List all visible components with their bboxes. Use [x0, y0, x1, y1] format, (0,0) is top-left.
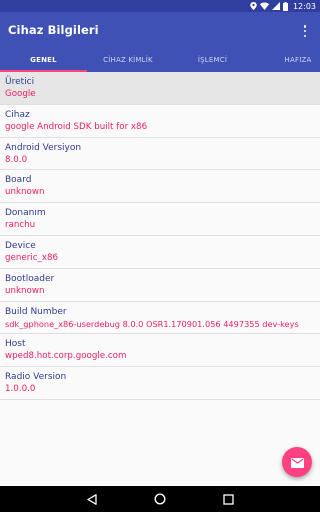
list-item-value: unknown: [5, 285, 45, 296]
list-item[interactable]: Android Versiyon 8.0.0: [0, 138, 320, 171]
list-item-label: Cihaz: [5, 109, 30, 120]
wifi-icon: [259, 2, 269, 10]
status-bar: 12:03: [0, 0, 320, 12]
tab-cihaz-kimlik[interactable]: CİHAZ KİMLİK: [87, 48, 169, 72]
home-icon[interactable]: [153, 492, 167, 506]
list-item-value: unknown: [5, 187, 45, 198]
list-item-label: Bootloader: [5, 273, 55, 284]
list-item-label: Donanım: [5, 208, 46, 219]
tab-hafiza[interactable]: HAFIZA: [256, 48, 320, 72]
list-item-label: Build Number: [5, 306, 67, 317]
list-item[interactable]: Board unknown: [0, 170, 320, 204]
location-icon: [250, 2, 257, 10]
list-item-value: 1.0.0.0: [5, 384, 36, 395]
list-item[interactable]: Build Number sdk_gphone_x86-userdebug 8.…: [0, 302, 320, 335]
app-bar: Cihaz Bilgileri: [0, 12, 320, 48]
email-icon: [290, 453, 304, 472]
list-item-value: sdk_gphone_x86-userdebug 8.0.0 OSR1.1709…: [5, 318, 299, 329]
list-item-label: Radio Version: [5, 372, 67, 383]
list-item-value: wped8.hot.corp.google.com: [5, 351, 127, 362]
status-icons: 12:03: [250, 0, 316, 12]
signal-icon: [271, 2, 280, 10]
list-item-label: Board: [5, 175, 32, 186]
list-item-value: ranchu: [5, 220, 36, 231]
list-item[interactable]: Device generic_x86: [0, 236, 320, 269]
more-vert-icon[interactable]: [300, 24, 310, 38]
email-fab-button[interactable]: [282, 447, 312, 477]
list-item[interactable]: Bootloader unknown: [0, 269, 320, 302]
list-item-label: Device: [5, 240, 36, 251]
tab-islemci[interactable]: İŞLEMCİ: [169, 48, 256, 72]
status-time: 12:03: [292, 1, 316, 11]
back-icon[interactable]: [85, 492, 99, 506]
list-item[interactable]: Donanım ranchu: [0, 203, 320, 236]
list-item[interactable]: Cihaz google Android SDK built for x86: [0, 105, 320, 138]
list-item[interactable]: Üretici Google: [0, 72, 320, 105]
navigation-bar: [0, 486, 320, 512]
list-item[interactable]: Host wped8.hot.corp.google.com: [0, 334, 320, 368]
list-item-label: Üretici: [5, 77, 35, 87]
app-title: Cihaz Bilgileri: [8, 23, 99, 37]
list-item[interactable]: Radio Version 1.0.0.0: [0, 367, 320, 400]
list-item-value: google Android SDK built for x86: [5, 121, 148, 132]
battery-icon: [282, 1, 288, 11]
list-item-value: 8.0.0: [5, 154, 28, 165]
tab-bar: GENEL CİHAZ KİMLİK İŞLEMCİ HAFIZA: [0, 48, 320, 72]
recents-icon[interactable]: [221, 492, 235, 506]
device-info-list[interactable]: Üretici Google Cihaz google Android SDK …: [0, 72, 320, 486]
list-item-value: generic_x86: [5, 252, 59, 263]
tab-genel[interactable]: GENEL: [0, 48, 87, 72]
list-item-label: Host: [5, 339, 26, 350]
list-item-value: Google: [5, 89, 36, 99]
list-item-label: Android Versiyon: [5, 142, 82, 153]
